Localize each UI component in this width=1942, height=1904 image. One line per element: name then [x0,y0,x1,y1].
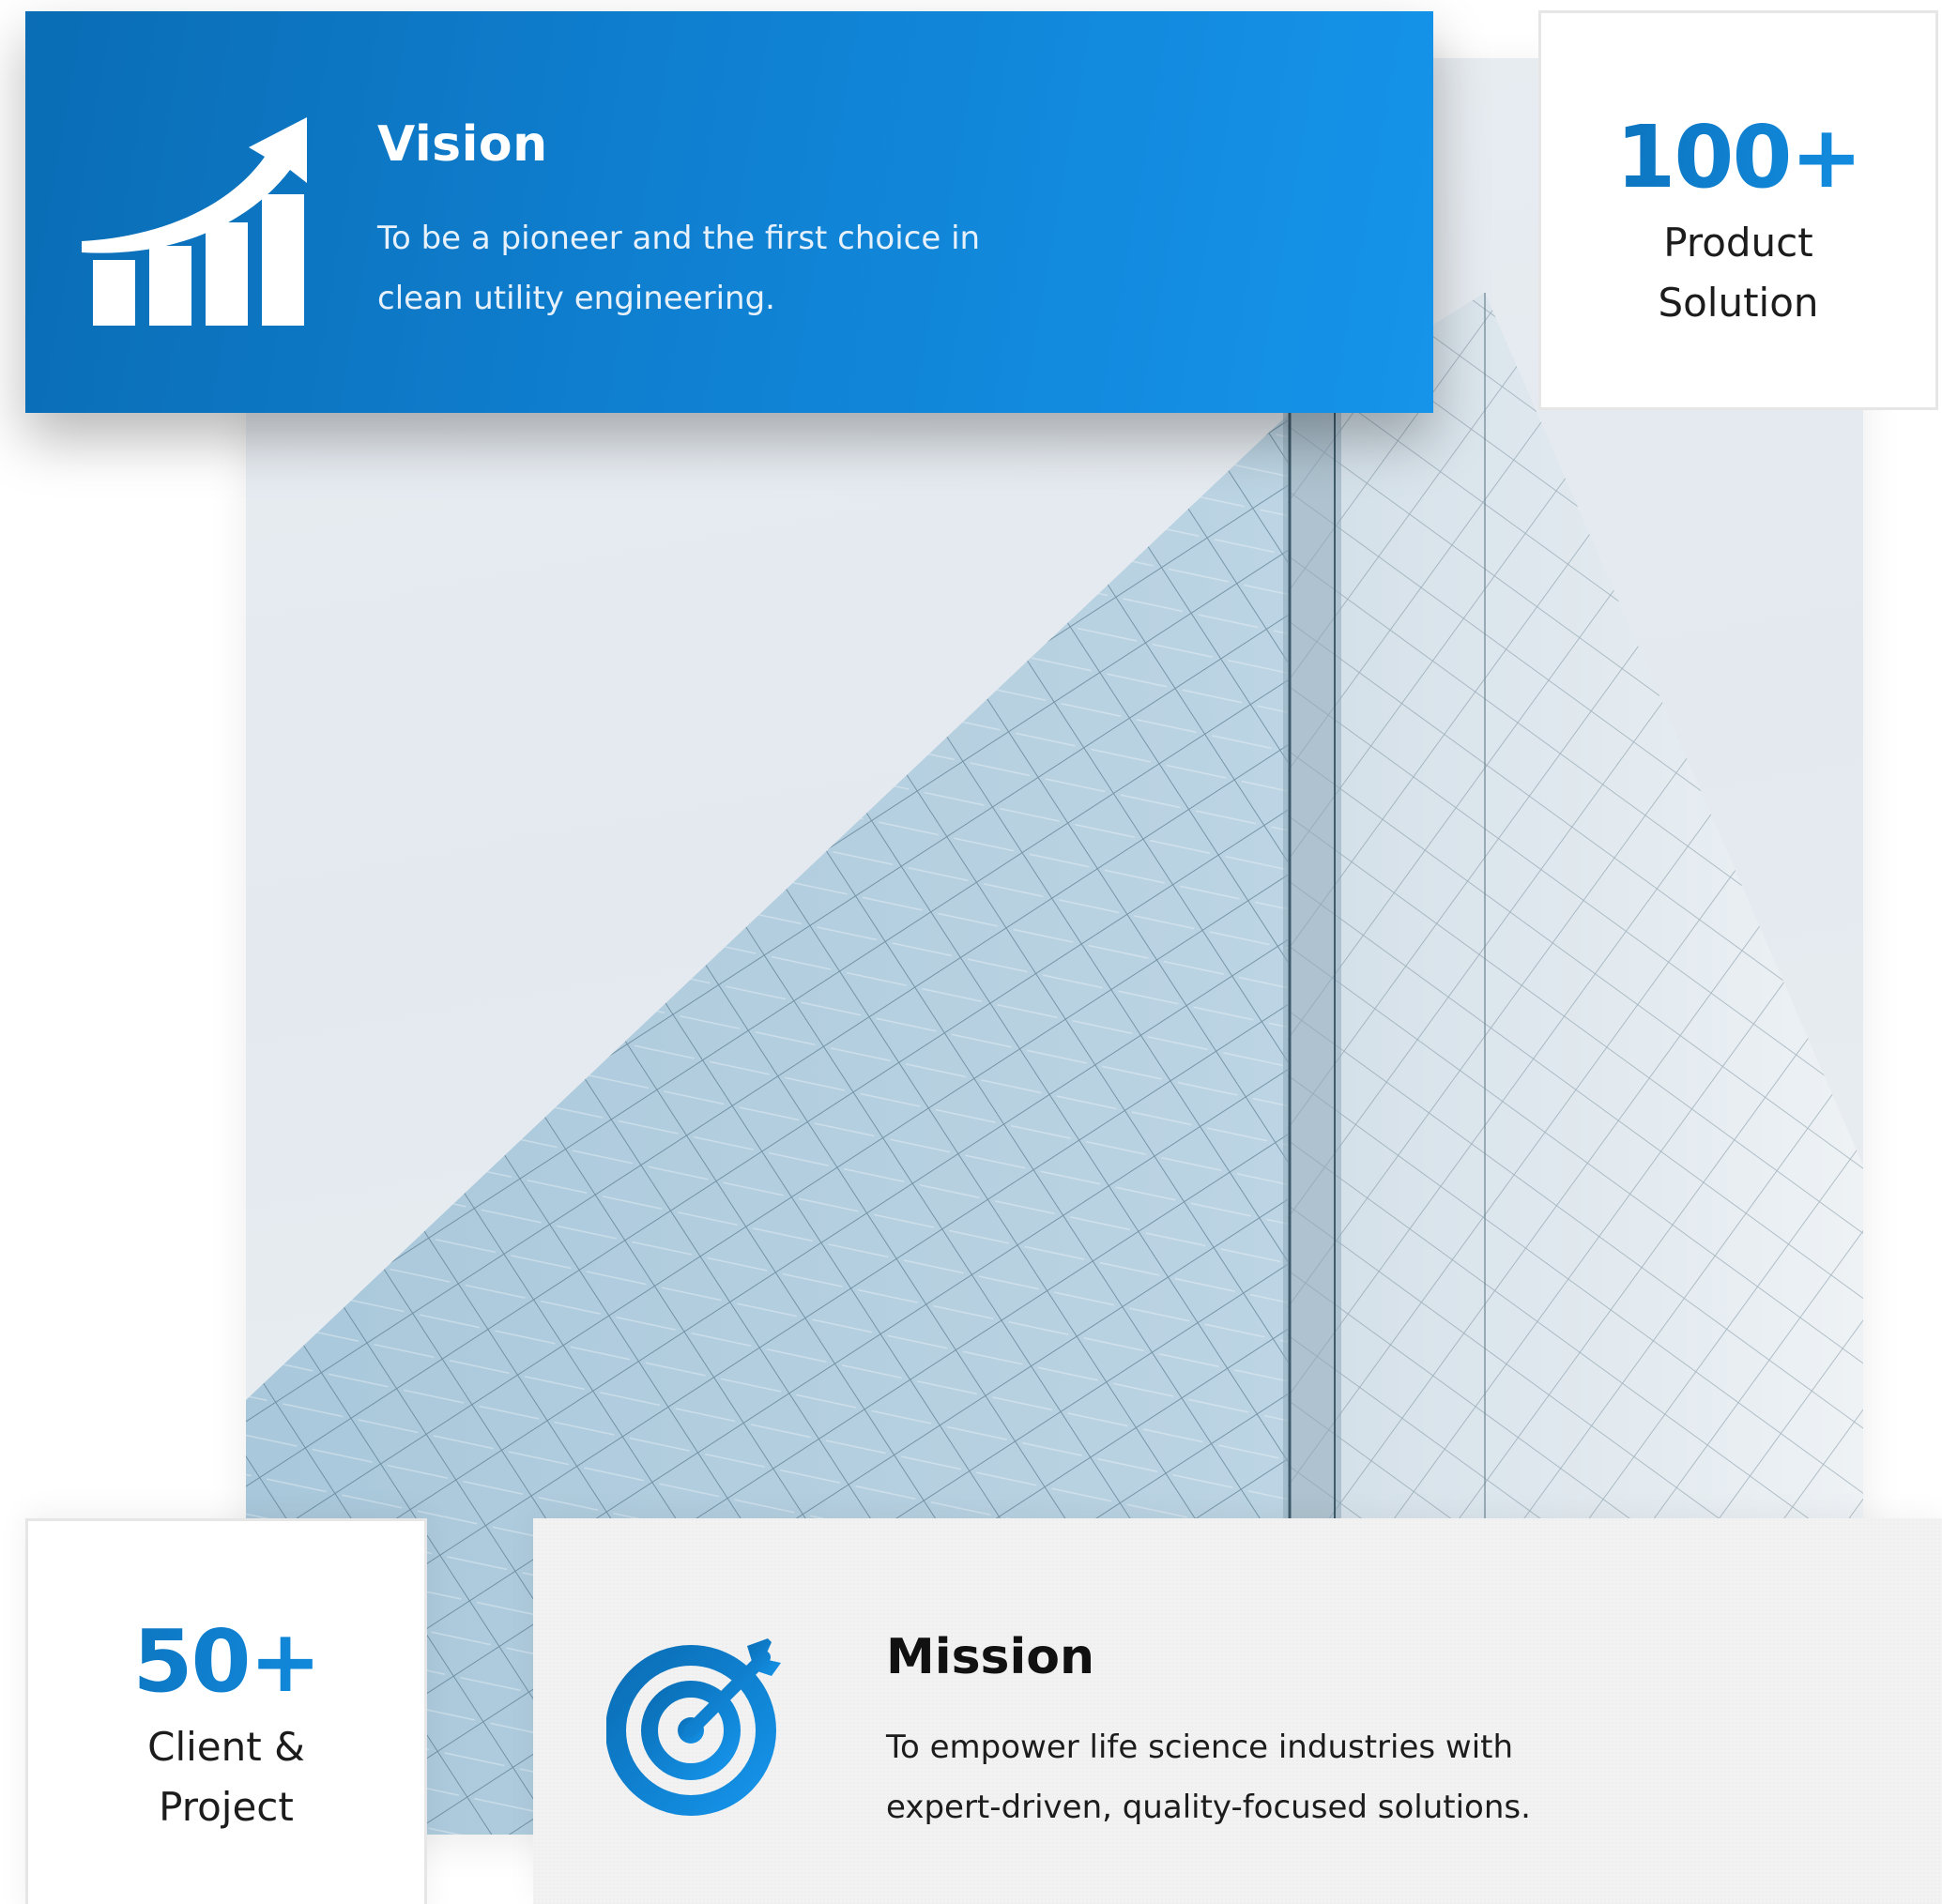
stat-products-label: Product Solution [1658,220,1819,326]
growth-chart-icon [82,117,307,326]
vision-description: To be a pioneer and the first choice in … [377,220,981,317]
stat-clients-label: Client & Project [147,1724,305,1830]
target-icon [606,1638,781,1816]
mission-card: Mission To empower life science industri… [533,1518,1942,1904]
stat-clients: 50+ Client & Project [25,1518,427,1904]
vision-title: Vision [377,116,548,173]
stat-products: 100+ Product Solution [1538,10,1938,410]
mission-description: To empower life science industries with … [886,1729,1531,1826]
stat-products-number: 100+ [1541,107,1935,207]
vision-card: Vision To be a pioneer and the first cho… [25,11,1433,413]
about-section: Vision To be a pioneer and the first cho… [0,0,1942,1904]
stat-clients-number: 50+ [28,1611,424,1712]
mission-title: Mission [886,1629,1095,1685]
